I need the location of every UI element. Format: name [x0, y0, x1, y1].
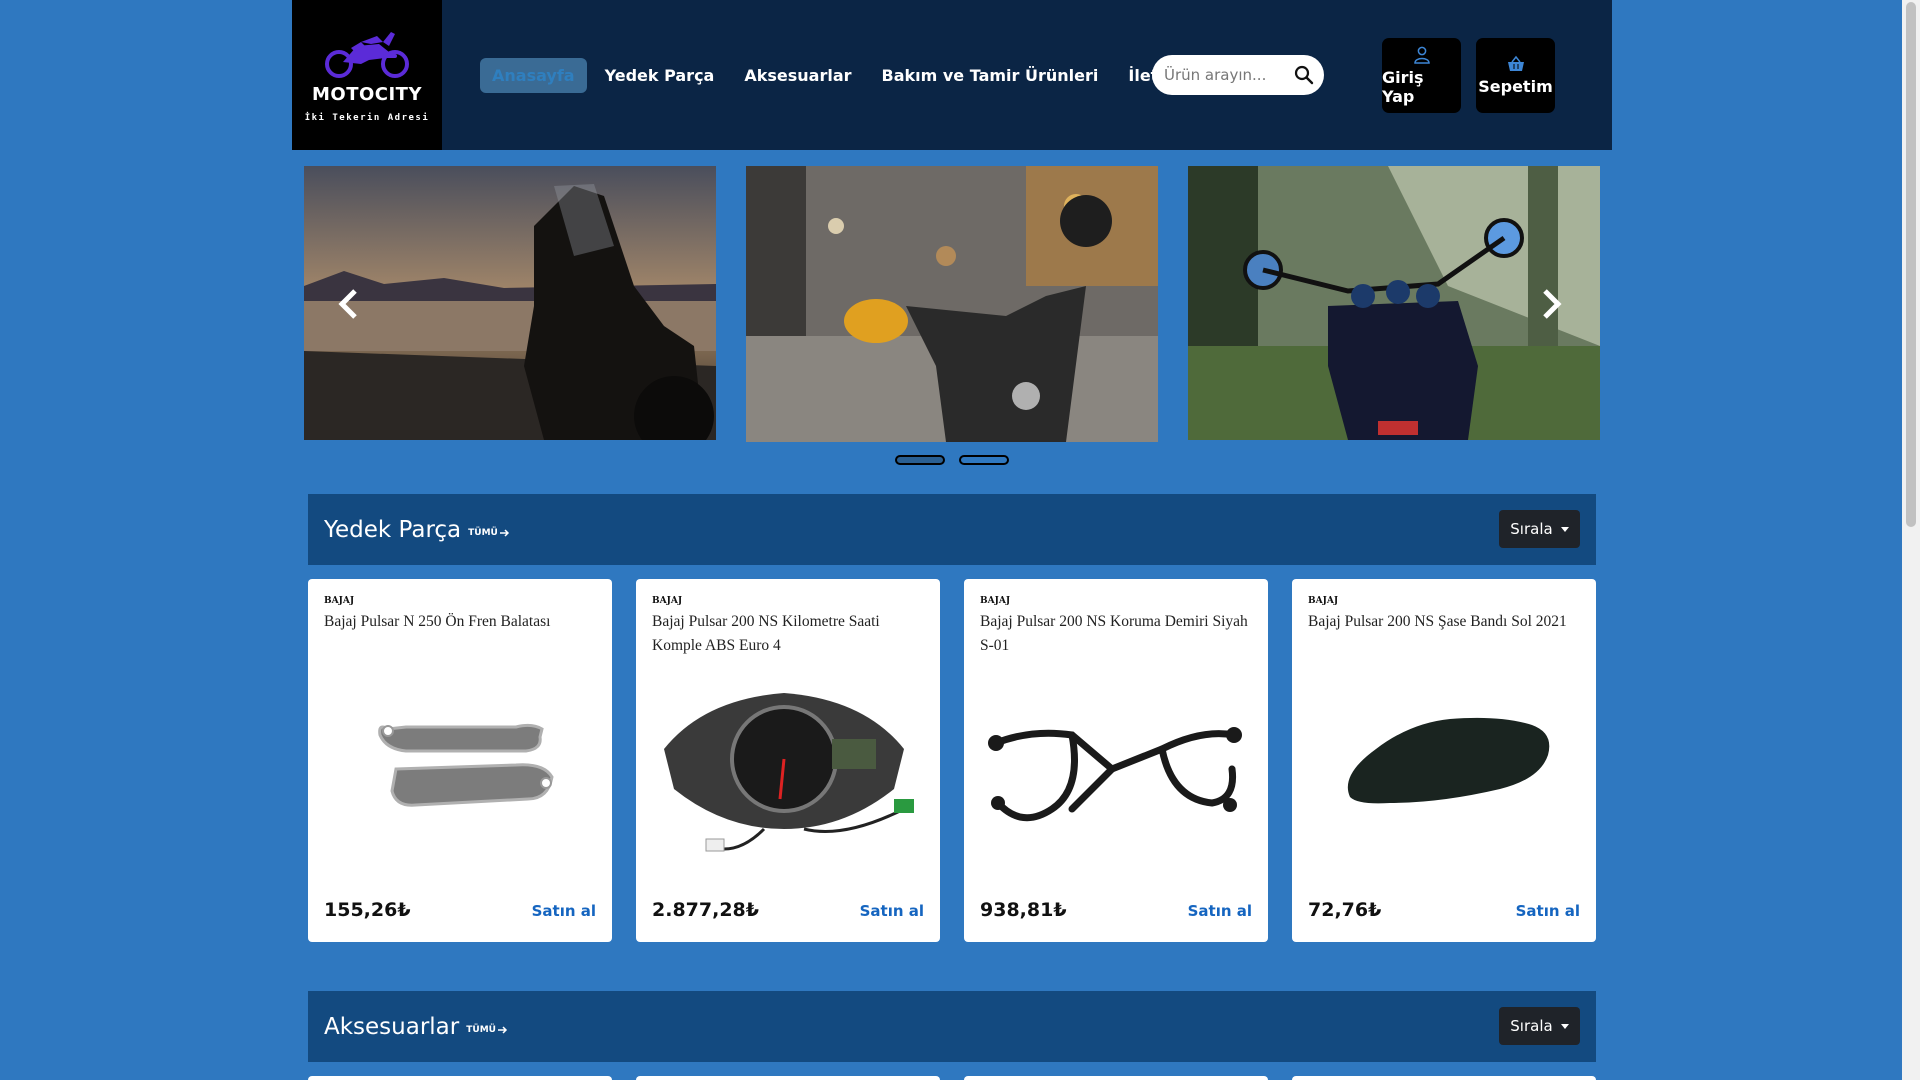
product-image-speedometer[interactable] [644, 679, 932, 859]
product-brand: BAJAJ [652, 596, 683, 606]
cart-label: Sepetim [1478, 77, 1553, 96]
product-card[interactable]: BAJAJ Bajaj Pulsar 200 NS Şase Bandı Sol… [1292, 579, 1596, 942]
carousel-indicator-1[interactable] [895, 455, 945, 465]
product-grid-aksesuarlar [308, 1076, 1596, 1080]
section-all-label: TÜMÜ [468, 527, 498, 538]
product-image-brake-pads[interactable] [316, 679, 604, 859]
product-card[interactable] [964, 1076, 1268, 1080]
section-all-link[interactable]: TÜMÜ [468, 528, 510, 538]
product-card[interactable] [1292, 1076, 1596, 1080]
carousel-next-button[interactable] [1532, 284, 1572, 324]
product-brand: BAJAJ [980, 596, 1011, 606]
search-input[interactable] [1164, 66, 1294, 84]
carousel-slide-city[interactable] [746, 166, 1158, 442]
product-image-chassis-band[interactable] [1300, 679, 1588, 859]
buy-button[interactable]: Satın al [860, 902, 924, 920]
main-nav: Anasayfa Yedek Parça Aksesuarlar Bakım v… [480, 57, 1207, 93]
product-name[interactable]: Bajaj Pulsar 200 NS Koruma Demiri Siyah … [980, 610, 1258, 658]
hero-carousel [304, 166, 1600, 466]
nav-item-anasayfa[interactable]: Anasayfa [480, 57, 587, 93]
section-header-aksesuarlar: Aksesuarlar TÜMÜ Sırala [308, 991, 1596, 1062]
arrow-right-icon [499, 528, 509, 537]
caret-down-icon [1560, 1023, 1569, 1029]
cart-button[interactable]: Sepetim [1476, 38, 1555, 113]
carousel-indicator-2[interactable] [959, 455, 1009, 465]
product-card[interactable]: BAJAJ Bajaj Pulsar N 250 Ön Fren Balatas… [308, 579, 612, 942]
chevron-left-icon [338, 289, 357, 319]
motorcycle-logo-icon [325, 31, 409, 78]
site-header: MOTOCITY İki Tekerin Adresi Anasayfa Yed… [292, 0, 1612, 150]
product-card[interactable]: BAJAJ Bajaj Pulsar 200 NS Kilometre Saat… [636, 579, 940, 942]
product-name[interactable]: Bajaj Pulsar 200 NS Kilometre Saati Komp… [652, 610, 930, 658]
product-name[interactable]: Bajaj Pulsar 200 NS Şase Bandı Sol 2021 [1308, 610, 1586, 634]
logo-tagline: İki Tekerin Adresi [304, 112, 430, 123]
arrow-right-icon [497, 1025, 508, 1034]
nav-item-yedek-parca[interactable]: Yedek Parça [593, 58, 727, 93]
caret-down-icon [1560, 526, 1569, 532]
product-card[interactable]: BAJAJ Bajaj Pulsar 200 NS Koruma Demiri … [964, 579, 1268, 942]
product-card[interactable] [308, 1076, 612, 1080]
product-grid: BAJAJ Bajaj Pulsar N 250 Ön Fren Balatas… [308, 579, 1596, 942]
user-icon [1413, 46, 1430, 64]
buy-button[interactable]: Satın al [532, 902, 596, 920]
section-title: Yedek Parça [324, 516, 462, 543]
product-price: 938,81₺ [980, 899, 1067, 921]
page-scrollbar[interactable] [1902, 0, 1920, 1080]
buy-button[interactable]: Satın al [1188, 902, 1252, 920]
search-box [1152, 55, 1324, 95]
logo-title: MOTOCITY [311, 83, 422, 105]
section-title: Aksesuarlar [324, 1013, 460, 1040]
product-image-crash-bar[interactable] [972, 679, 1260, 859]
product-price: 155,26₺ [324, 899, 411, 921]
product-name[interactable]: Bajaj Pulsar N 250 Ön Fren Balatası [324, 610, 602, 634]
sort-dropdown[interactable]: Sırala [1499, 1007, 1580, 1045]
carousel-prev-button[interactable] [328, 284, 368, 324]
scrollbar-thumb[interactable] [1906, 2, 1916, 527]
section-all-label: TÜMÜ [466, 1024, 496, 1035]
section-all-link[interactable]: TÜMÜ [466, 1025, 508, 1035]
product-price: 72,76₺ [1308, 899, 1382, 921]
nav-item-bakim-tamir[interactable]: Bakım ve Tamir Ürünleri [870, 58, 1111, 93]
sort-dropdown[interactable]: Sırala [1499, 510, 1580, 548]
product-card[interactable] [636, 1076, 940, 1080]
product-price: 2.877,28₺ [652, 899, 759, 921]
basket-icon [1507, 55, 1524, 71]
carousel-indicators [895, 455, 1009, 465]
sort-label: Sırala [1510, 1017, 1553, 1035]
login-button[interactable]: Giriş Yap [1382, 38, 1461, 113]
city-scooter-image [746, 166, 1158, 442]
search-icon[interactable] [1294, 65, 1314, 85]
product-brand: BAJAJ [1308, 596, 1339, 606]
nav-item-aksesuarlar[interactable]: Aksesuarlar [732, 58, 863, 93]
chevron-right-icon [1543, 289, 1562, 319]
section-header-yedek-parca: Yedek Parça TÜMÜ Sırala [308, 494, 1596, 565]
sort-label: Sırala [1510, 520, 1553, 538]
site-logo[interactable]: MOTOCITY İki Tekerin Adresi [292, 0, 442, 150]
product-brand: BAJAJ [324, 596, 355, 606]
login-label: Giriş Yap [1382, 67, 1424, 106]
buy-button[interactable]: Satın al [1516, 902, 1580, 920]
